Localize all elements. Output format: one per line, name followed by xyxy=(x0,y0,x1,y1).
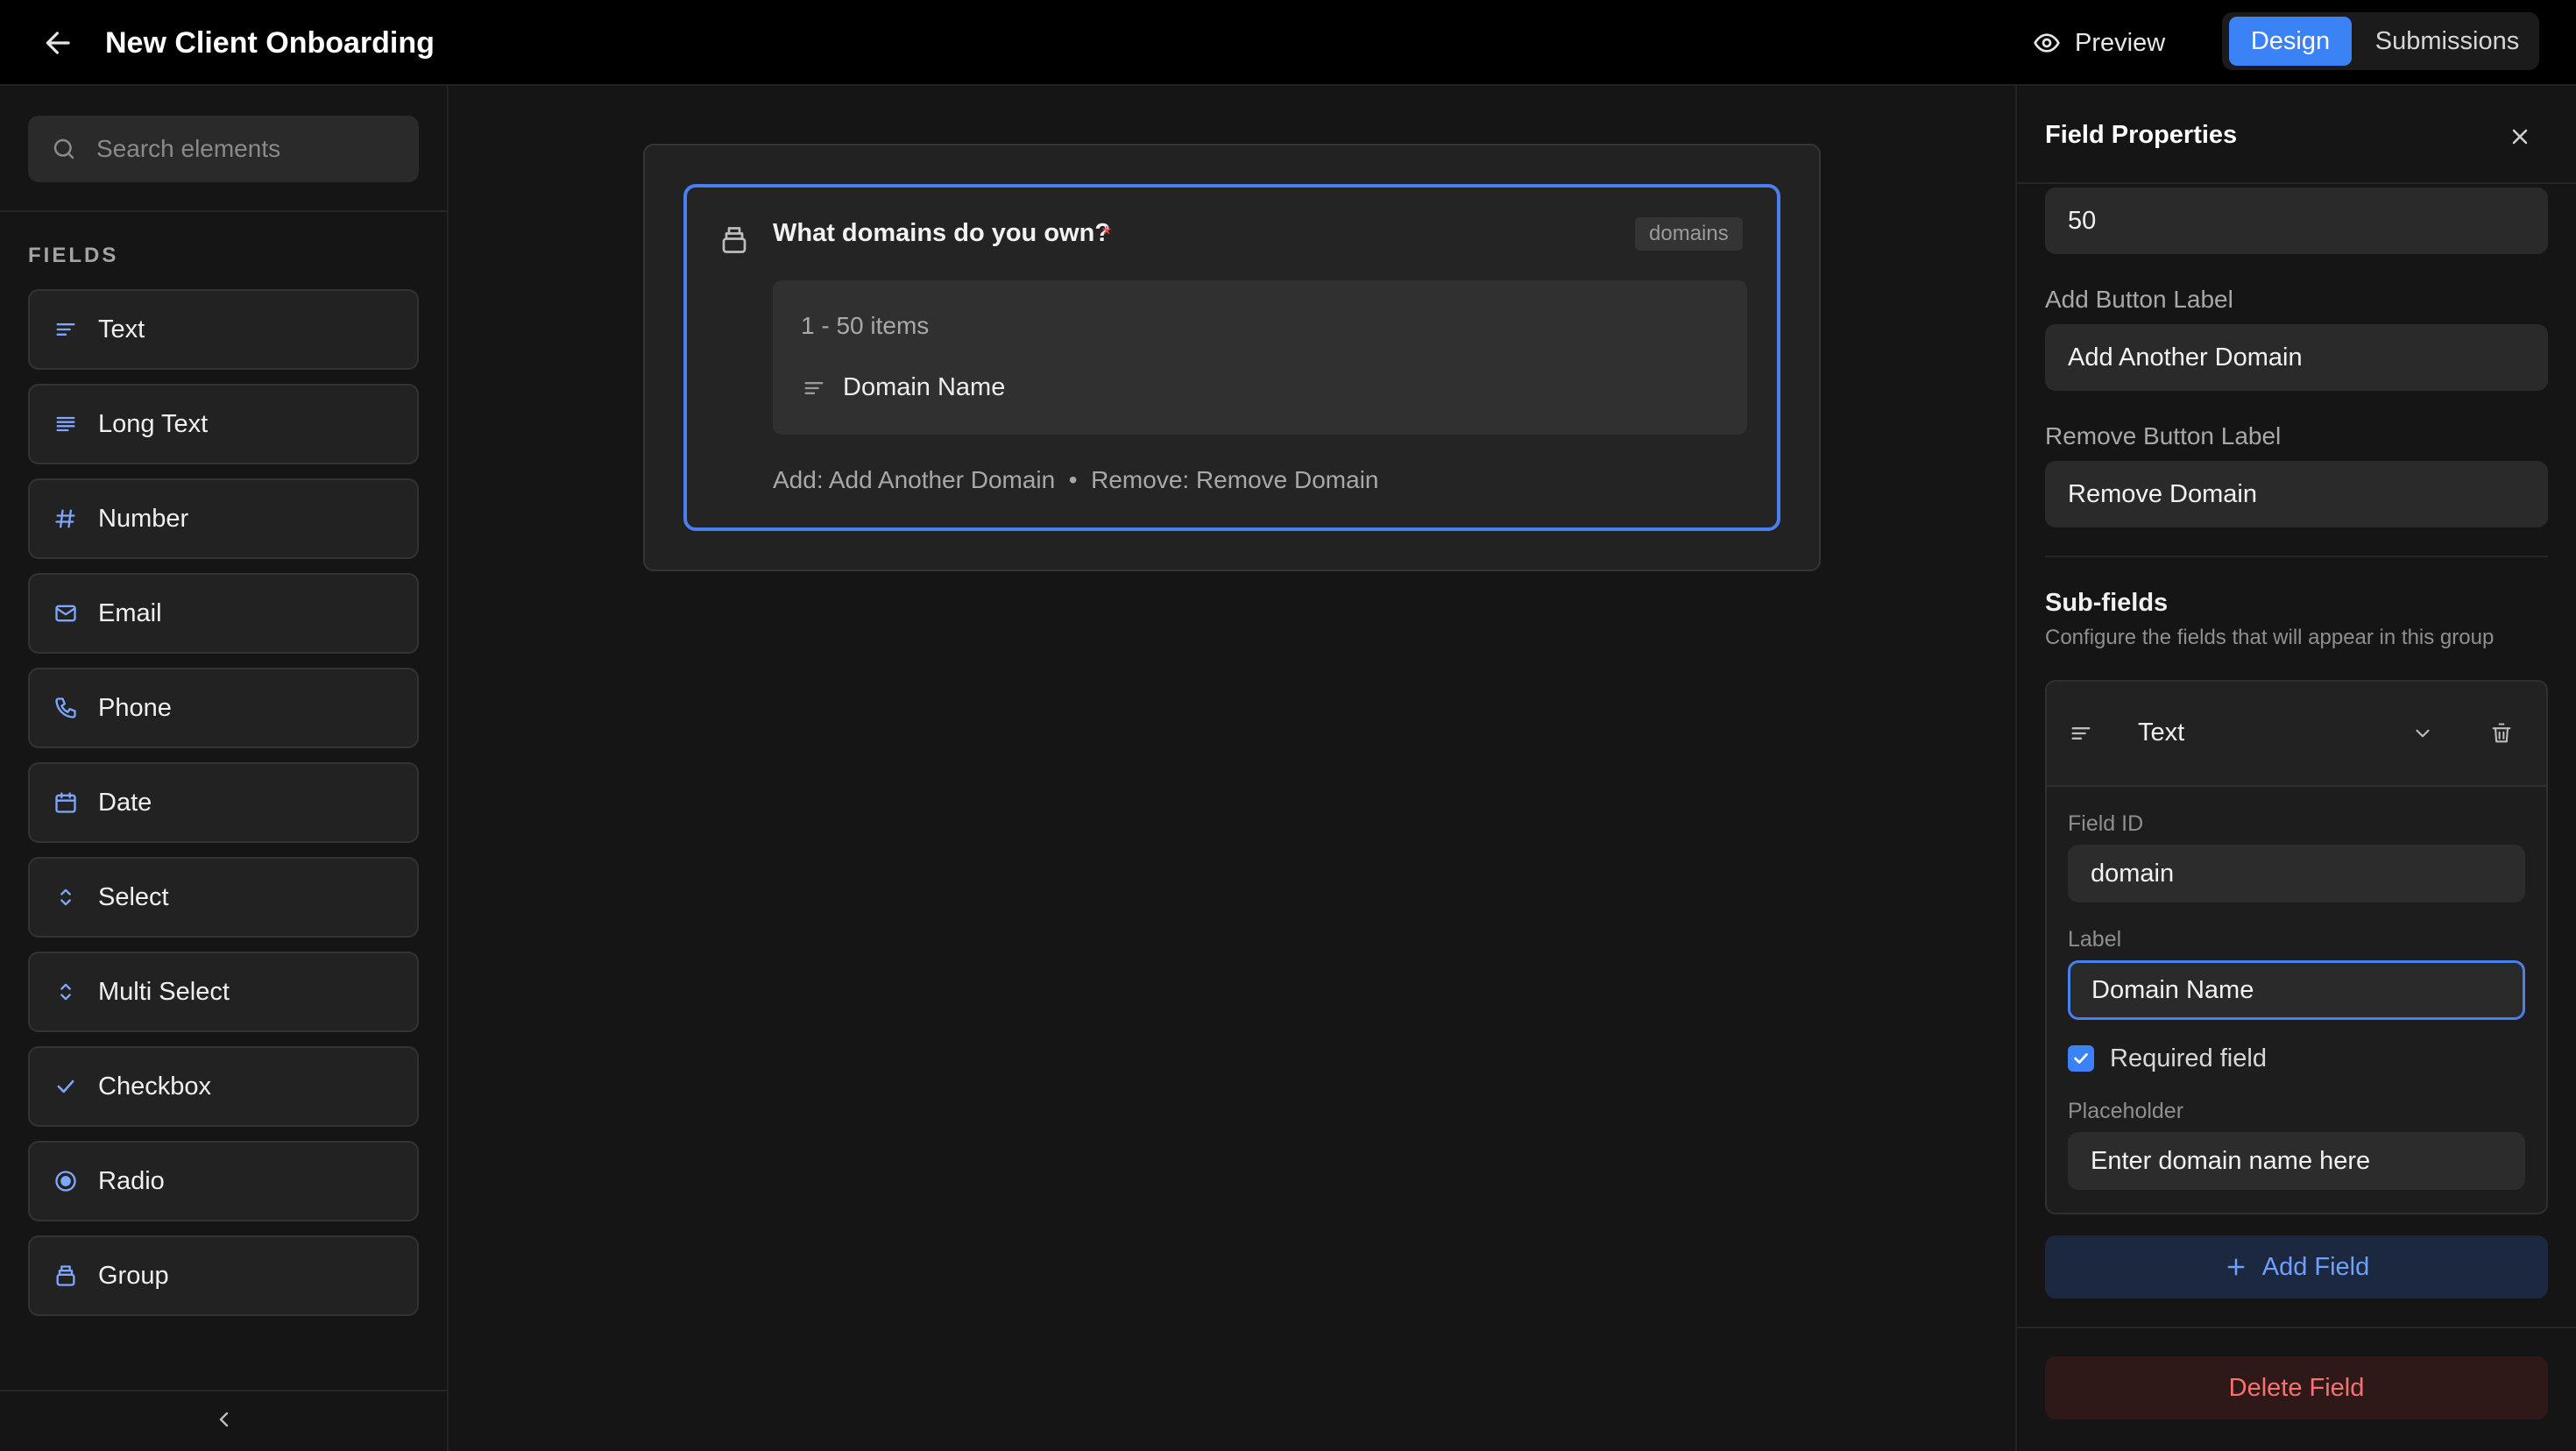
field-item-label: Date xyxy=(98,788,152,817)
calendar-icon xyxy=(53,789,79,816)
field-question-label: What domains do you own? xyxy=(773,219,1111,247)
field-item-long-text[interactable]: Long Text xyxy=(28,384,419,464)
field-item-text[interactable]: Text xyxy=(28,289,419,370)
items-range-text: 1 - 50 items xyxy=(801,312,930,339)
search-box[interactable] xyxy=(28,116,419,182)
text-lines-icon xyxy=(53,316,79,343)
required-indicator: * xyxy=(1102,221,1112,247)
add-field-label: Add Field xyxy=(2261,1252,2370,1281)
field-item-label: Number xyxy=(98,504,189,533)
text-lines-icon xyxy=(801,375,827,401)
panel-bottom-divider xyxy=(2017,1327,2576,1328)
sidebar-divider xyxy=(0,210,447,212)
subfield-label-input[interactable] xyxy=(2068,960,2525,1020)
fields-section-title: FIELDS xyxy=(28,244,119,267)
eye-icon xyxy=(2034,33,2060,53)
subfields-description: Configure the fields that will appear in… xyxy=(2045,626,2495,649)
phone-icon xyxy=(53,695,79,721)
group-icon xyxy=(53,1263,79,1289)
required-field-checkbox[interactable]: Required field xyxy=(2068,1043,2267,1074)
subfield-label-title: Label xyxy=(2068,927,2122,952)
subfield-id-input[interactable] xyxy=(2068,845,2525,902)
subfield-header[interactable] xyxy=(2047,682,2546,787)
chevron-left-icon xyxy=(219,1412,229,1427)
expand-subfield-button[interactable] xyxy=(2408,718,2438,748)
field-id-badge: domains xyxy=(1635,217,1743,251)
field-item-checkbox[interactable]: Checkbox xyxy=(28,1046,419,1127)
chevron-down-icon xyxy=(2416,729,2430,738)
plus-icon xyxy=(2227,1258,2245,1276)
hash-icon xyxy=(53,506,79,532)
field-item-label: Radio xyxy=(98,1166,165,1195)
subfield-id-title: Field ID xyxy=(2068,811,2144,836)
field-item-label: Group xyxy=(98,1261,169,1290)
group-icon xyxy=(717,223,752,258)
panel-title: Field Properties xyxy=(2045,121,2238,149)
panel-header-divider xyxy=(2017,182,2576,184)
group-items-box xyxy=(773,280,1747,435)
field-item-select[interactable]: Select xyxy=(28,857,419,938)
field-item-label: Phone xyxy=(98,693,172,722)
field-item-phone[interactable]: Phone xyxy=(28,668,419,748)
text-lines-icon xyxy=(2068,720,2094,747)
sidebar-bottom-divider xyxy=(0,1390,447,1391)
back-button[interactable] xyxy=(35,19,82,67)
collapse-sidebar-button[interactable] xyxy=(207,1402,242,1437)
add-button-label-title: Add Button Label xyxy=(2045,286,2233,313)
field-item-label: Text xyxy=(98,315,145,343)
add-subfield-button[interactable]: Add Field xyxy=(2045,1235,2548,1299)
long-text-icon xyxy=(53,411,79,437)
delete-subfield-button[interactable] xyxy=(2485,717,2518,750)
search-icon xyxy=(53,138,74,159)
remove-button-label-input[interactable] xyxy=(2045,461,2548,527)
close-icon xyxy=(2512,129,2528,145)
checkbox-checked[interactable] xyxy=(2068,1045,2094,1072)
field-item-number[interactable]: Number xyxy=(28,478,419,559)
field-item-label: Checkbox xyxy=(98,1072,211,1101)
tab-submissions[interactable]: Submissions xyxy=(2362,17,2532,66)
add-button-label-input[interactable] xyxy=(2045,324,2548,391)
field-item-group[interactable]: Group xyxy=(28,1235,419,1316)
field-item-label: Multi Select xyxy=(98,977,230,1006)
remove-button-label-title: Remove Button Label xyxy=(2045,422,2282,449)
field-item-multi-select[interactable]: Multi Select xyxy=(28,952,419,1032)
subfield-placeholder-input[interactable] xyxy=(2068,1132,2525,1190)
field-item-label: Email xyxy=(98,598,162,627)
search-input[interactable] xyxy=(96,135,394,163)
add-remove-summary: Add: Add Another Domain • Remove: Remove… xyxy=(773,466,1379,493)
delete-field-button[interactable]: Delete Field xyxy=(2045,1356,2548,1419)
field-item-email[interactable]: Email xyxy=(28,573,419,654)
subfield-type-label: Text xyxy=(2138,718,2185,747)
check-icon xyxy=(53,1073,79,1100)
field-item-label: Select xyxy=(98,882,169,911)
radio-icon xyxy=(53,1168,79,1194)
preview-label: Preview xyxy=(2075,28,2166,57)
chevrons-updown-icon xyxy=(53,979,79,1005)
mail-icon xyxy=(53,600,79,626)
max-items-input[interactable] xyxy=(2045,188,2548,254)
check-icon xyxy=(2074,1053,2088,1064)
required-field-label: Required field xyxy=(2110,1044,2267,1072)
trash-icon xyxy=(2492,723,2511,743)
field-item-radio[interactable]: Radio xyxy=(28,1141,419,1221)
preview-button[interactable]: Preview xyxy=(2033,18,2165,68)
tab-design[interactable]: Design xyxy=(2229,17,2352,66)
chevrons-updown-icon xyxy=(53,884,79,910)
subfield-preview-label: Domain Name xyxy=(843,373,1006,401)
field-item-date[interactable]: Date xyxy=(28,762,419,843)
field-item-label: Long Text xyxy=(98,409,209,438)
close-panel-button[interactable] xyxy=(2501,117,2539,156)
page-title: New Client Onboarding xyxy=(105,26,435,60)
subfields-title: Sub-fields xyxy=(2045,589,2169,617)
arrow-left-icon xyxy=(46,32,70,54)
panel-divider xyxy=(2045,556,2548,557)
subfield-placeholder-title: Placeholder xyxy=(2068,1099,2184,1123)
